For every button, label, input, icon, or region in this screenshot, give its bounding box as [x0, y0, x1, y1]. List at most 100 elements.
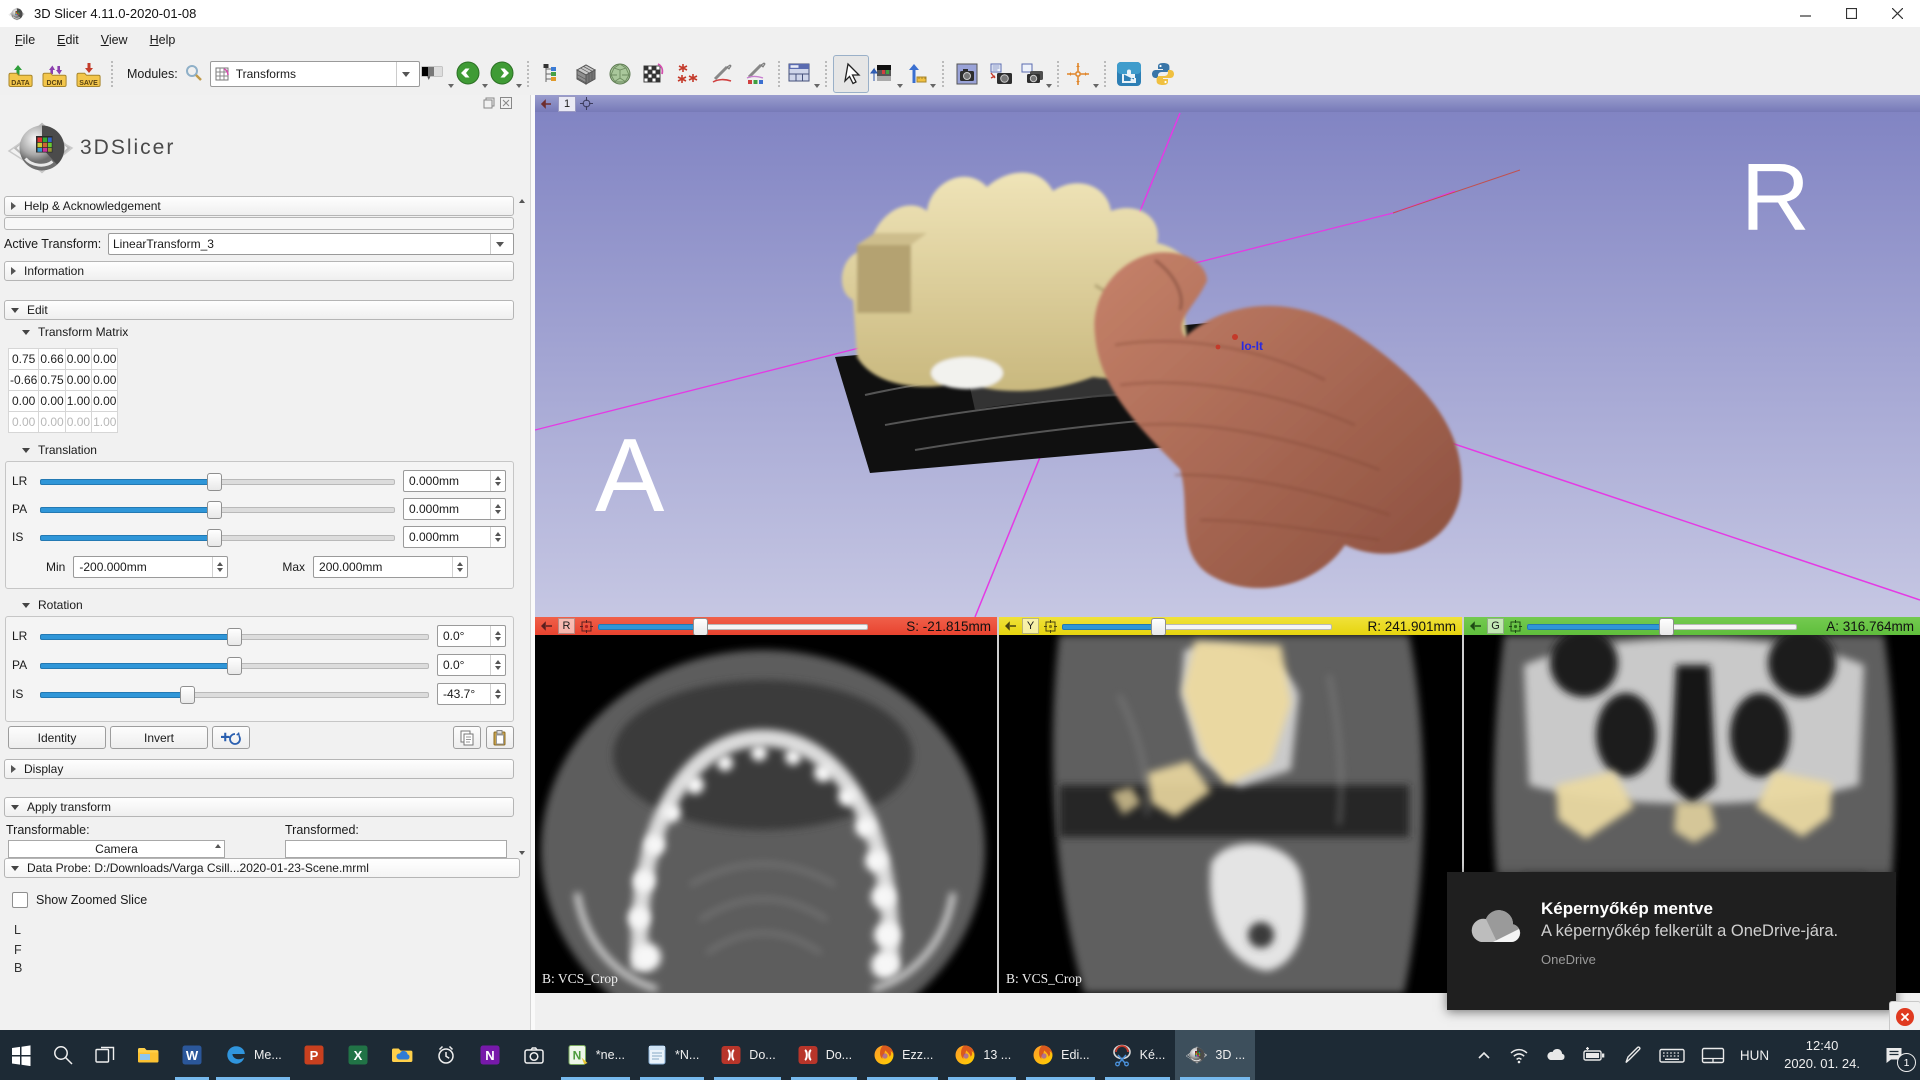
scene-views-icon[interactable]	[1018, 56, 1052, 92]
paste-transform-icon[interactable]	[486, 726, 514, 749]
taskbar-snipping-button[interactable]: Ké...	[1100, 1030, 1176, 1080]
pin-icon[interactable]	[1470, 620, 1482, 632]
red-slice-bar[interactable]: R S: -21.815mm	[535, 617, 997, 635]
tray-wifi-icon[interactable]	[1501, 1030, 1537, 1080]
threed-view[interactable]: 1 R A Io-It	[535, 95, 1920, 617]
translation-lr-slider[interactable]	[40, 472, 395, 490]
rotation-lr-spinbox[interactable]: 0.0°	[437, 625, 506, 647]
menu-help[interactable]: Help	[141, 30, 185, 50]
slice-menu-icon[interactable]	[1044, 620, 1057, 633]
yellow-slice-slider[interactable]	[1062, 617, 1332, 635]
module-search-icon[interactable]	[184, 63, 204, 86]
transformed-list[interactable]	[285, 840, 507, 858]
translation-pa-slider[interactable]	[40, 500, 395, 518]
taskbar-slicer-button[interactable]: 3D ...	[1175, 1030, 1255, 1080]
taskbar-onenote-button[interactable]: N	[468, 1030, 512, 1080]
show-zoomed-slice-checkbox[interactable]	[12, 892, 28, 908]
translation-pa-spinbox[interactable]: 0.000mm	[403, 498, 506, 520]
load-dicom-button[interactable]: DCM	[38, 56, 72, 92]
crosshair-icon[interactable]	[1065, 56, 1099, 92]
taskbar-firefox-button-1[interactable]: Ezz...	[862, 1030, 943, 1080]
green-slice-bar[interactable]: G A: 316.764mm	[1464, 617, 1920, 635]
translation-section[interactable]: Translation	[22, 442, 97, 458]
tray-clock[interactable]: 12:40 2020. 01. 24.	[1776, 1030, 1868, 1080]
taskbar-doublecmd-button-2[interactable]: Do...	[786, 1030, 862, 1080]
view-crosshair-icon[interactable]	[580, 97, 593, 110]
annotation-ruler-icon[interactable]	[705, 56, 739, 92]
threed-view-bar[interactable]: 1	[535, 95, 1920, 112]
taskbar-edge-button[interactable]: Me...	[214, 1030, 292, 1080]
list-scroll-up-icon[interactable]	[215, 844, 221, 848]
tray-touchpad-icon[interactable]	[1693, 1030, 1733, 1080]
close-panel-icon[interactable]	[500, 97, 512, 112]
threed-view-tab[interactable]: 1	[558, 96, 576, 112]
help-acknowledgement-section[interactable]: Help & Acknowledgement	[4, 196, 514, 216]
tray-onedrive-icon[interactable]	[1537, 1030, 1575, 1080]
red-slice-slider[interactable]	[598, 617, 868, 635]
red-slice-view[interactable]: B: VCS_Crop	[535, 635, 997, 993]
translation-is-slider[interactable]	[40, 528, 395, 546]
start-button[interactable]	[0, 1030, 42, 1080]
volume-rendering-icon[interactable]	[603, 56, 637, 92]
pin-icon[interactable]	[541, 98, 554, 110]
taskbar-firefox-button-3[interactable]: Edi...	[1021, 1030, 1100, 1080]
units-icon[interactable]	[903, 56, 937, 92]
scroll-up-icon[interactable]	[519, 199, 525, 203]
display-section[interactable]: Display	[4, 759, 514, 779]
layout-selector-icon[interactable]	[786, 56, 820, 92]
window-level-icon[interactable]	[869, 56, 903, 92]
taskbar-firefox-button-2[interactable]: 13 ...	[943, 1030, 1021, 1080]
taskbar-alarms-button[interactable]	[424, 1030, 468, 1080]
rotation-pa-spinbox[interactable]: 0.0°	[437, 654, 506, 676]
scroll-down-icon[interactable]	[519, 851, 525, 855]
edit-section[interactable]: Edit	[4, 300, 514, 320]
taskbar-onedrive-folder-button[interactable]	[380, 1030, 424, 1080]
active-transform-selector[interactable]: LinearTransform_3	[108, 233, 514, 255]
rotation-section[interactable]: Rotation	[22, 597, 83, 613]
rotation-lr-slider[interactable]	[40, 627, 429, 645]
module-selector[interactable]: Transforms	[210, 61, 420, 87]
split-transform-button[interactable]	[212, 726, 250, 749]
tray-language[interactable]: HUN	[1733, 1030, 1776, 1080]
invert-button[interactable]: Invert	[110, 726, 208, 749]
red-slice-letter[interactable]: R	[558, 618, 575, 634]
taskbar-excel-button[interactable]: X	[336, 1030, 380, 1080]
slice-menu-icon[interactable]	[580, 620, 593, 633]
extensions-manager-icon[interactable]	[1112, 56, 1146, 92]
screenshot-icon[interactable]	[950, 56, 984, 92]
taskbar-notepadpp-button[interactable]: N *ne...	[556, 1030, 635, 1080]
onedrive-notification[interactable]: Képernyőkép mentve A képernyőkép felkerü…	[1447, 872, 1896, 1010]
transform-matrix-table[interactable]: 0.750.660.000.00 -0.660.750.000.00 0.000…	[8, 348, 118, 433]
menu-view[interactable]: View	[92, 30, 137, 50]
menu-file[interactable]: File	[6, 30, 44, 50]
identity-button[interactable]: Identity	[8, 726, 106, 749]
rotation-is-slider[interactable]	[40, 685, 429, 703]
yellow-slice-letter[interactable]: Y	[1022, 618, 1039, 634]
rotation-is-spinbox[interactable]: -43.7°	[437, 683, 506, 705]
transformable-list[interactable]: Camera	[8, 840, 225, 858]
taskbar-word-button[interactable]: W	[170, 1030, 214, 1080]
taskbar-camera-button[interactable]	[512, 1030, 556, 1080]
load-data-button[interactable]: DATA	[4, 56, 38, 92]
translation-is-spinbox[interactable]: 0.000mm	[403, 526, 506, 548]
taskbar-doublecmd-button-1[interactable]: Do...	[709, 1030, 785, 1080]
python-console-icon[interactable]	[1146, 56, 1180, 92]
tray-battery-icon[interactable]	[1575, 1030, 1615, 1080]
green-slice-letter[interactable]: G	[1487, 618, 1504, 634]
max-spinbox[interactable]: 200.000mm	[313, 556, 468, 578]
search-button[interactable]	[42, 1030, 84, 1080]
module-back-button[interactable]	[454, 56, 488, 92]
slice-menu-icon[interactable]	[1509, 620, 1522, 633]
markups-icon[interactable]	[671, 56, 705, 92]
rotation-pa-slider[interactable]	[40, 656, 429, 674]
tray-pen-icon[interactable]	[1615, 1030, 1651, 1080]
mouse-interaction-icon[interactable]	[833, 55, 869, 93]
transform-matrix-section[interactable]: Transform Matrix	[22, 324, 128, 340]
annotation-color-icon[interactable]	[739, 56, 773, 92]
tray-chevron-icon[interactable]	[1467, 1030, 1501, 1080]
module-history-icon[interactable]	[420, 56, 454, 92]
action-center-button[interactable]: 1	[1868, 1030, 1920, 1080]
yellow-slice-bar[interactable]: Y R: 241.901mm	[999, 617, 1462, 635]
minimize-button[interactable]	[1782, 0, 1828, 27]
undock-panel-icon[interactable]	[483, 97, 495, 112]
